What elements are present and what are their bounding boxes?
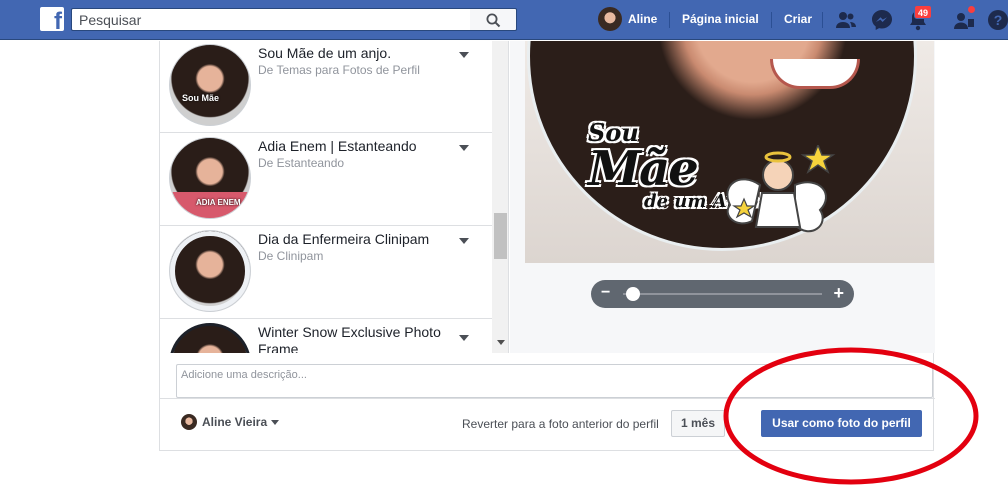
frame-list-scrollbar[interactable] <box>492 41 508 353</box>
preview-area: Sou Mãe de um Anjo! − + <box>510 41 935 353</box>
angel-sticker-icon <box>726 145 836 233</box>
zoom-in-icon[interactable]: + <box>833 284 844 302</box>
frame-item[interactable]: ADIA ENEM Adia Enem | Estanteando De Est… <box>160 133 492 226</box>
nav-divider <box>771 12 772 28</box>
help-icon[interactable]: ? <box>986 8 1008 32</box>
search-icon <box>486 13 501 28</box>
zoom-track[interactable] <box>623 293 822 295</box>
frame-options-caret[interactable] <box>459 238 469 244</box>
frame-item[interactable]: Winter Snow Exclusive Photo Frame <box>160 319 492 353</box>
frame-source: De Temas para Fotos de Perfil <box>258 63 420 77</box>
frame-list: Sou Mãe Sou Mãe de um anjo. De Temas par… <box>160 41 509 353</box>
zoom-slider[interactable]: − + <box>591 280 854 308</box>
scroll-down-arrow-icon[interactable] <box>497 340 505 345</box>
search-input[interactable] <box>72 9 471 30</box>
avatar <box>598 7 622 31</box>
annotation-highlight-ellipse <box>723 347 979 485</box>
frame-thumbnail-tag: ADIA ENEM <box>196 198 241 207</box>
requests-alert-dot <box>967 5 976 14</box>
frame-title: Adia Enem | Estanteando <box>258 138 417 154</box>
zoom-out-icon[interactable]: − <box>601 285 610 301</box>
frame-options-caret[interactable] <box>459 145 469 151</box>
duration-select[interactable]: 1 mês <box>671 410 726 437</box>
frame-options-caret[interactable] <box>459 335 469 341</box>
owner-name: Aline Vieira <box>202 415 268 429</box>
nav-divider <box>822 12 823 28</box>
frame-item[interactable]: Dia da Enfermeira Clinipam De Clinipam <box>160 226 492 319</box>
zoom-handle[interactable] <box>625 287 640 301</box>
frame-item[interactable]: Sou Mãe Sou Mãe de um anjo. De Temas par… <box>160 41 492 133</box>
frame-source: De Estanteando <box>258 156 345 170</box>
svg-text:?: ? <box>994 12 1003 28</box>
scrollbar-thumb[interactable] <box>494 213 507 259</box>
profile-link[interactable]: Aline <box>598 7 657 31</box>
frame-thumbnail: Sou Mãe <box>169 44 251 126</box>
avatar <box>181 414 197 430</box>
search-button[interactable] <box>470 8 517 31</box>
frame-thumbnail <box>169 230 251 312</box>
frame-thumbnail <box>169 323 251 353</box>
create-link[interactable]: Criar <box>784 12 812 26</box>
frame-thumbnail-tag: Sou Mãe <box>182 93 220 103</box>
frame-title: Dia da Enfermeira Clinipam <box>258 231 430 247</box>
frame-title: Sou Mãe de um anjo. <box>258 45 392 61</box>
nav-divider <box>669 12 670 28</box>
notification-badge: 49 <box>914 5 933 19</box>
search-box[interactable] <box>71 8 471 31</box>
home-link[interactable]: Página inicial <box>682 12 759 26</box>
top-navigation-bar: f Aline Página inicial Criar 49 ? <box>0 0 1008 40</box>
messenger-icon[interactable] <box>870 8 894 32</box>
frame-source: De Clinipam <box>258 249 324 263</box>
friends-icon[interactable] <box>834 8 858 32</box>
profile-name: Aline <box>628 12 658 26</box>
frame-options-caret[interactable] <box>459 52 469 58</box>
audience-selector[interactable]: Aline Vieira <box>181 414 280 430</box>
facebook-logo[interactable]: f <box>40 7 64 31</box>
chevron-down-icon <box>271 419 280 425</box>
frame-thumbnail: ADIA ENEM <box>169 137 251 219</box>
revert-label: Reverter para a foto anterior do perfil <box>462 417 659 431</box>
frame-title: Winter Snow Exclusive Photo Frame <box>258 324 441 353</box>
